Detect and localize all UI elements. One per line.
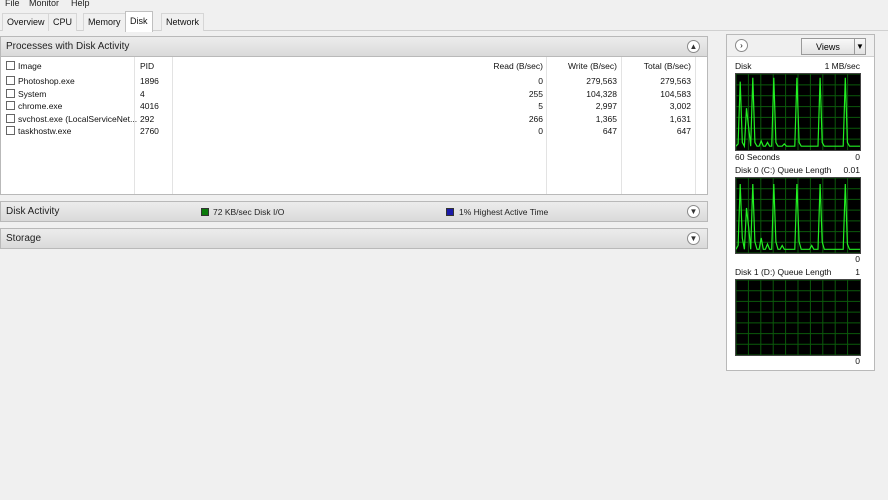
- row-checkbox[interactable]: [6, 88, 15, 98]
- process-total: 3,002: [669, 101, 691, 111]
- process-image[interactable]: svchost.exe (LocalServiceNet...: [18, 113, 137, 125]
- graph-disk1-title: Disk 1 (D:) Queue Length: [735, 267, 832, 277]
- tab-network[interactable]: Network: [161, 13, 205, 31]
- column-divider: [172, 57, 173, 194]
- process-total: 279,563: [660, 76, 691, 86]
- menu-file[interactable]: File: [5, 0, 20, 9]
- scrollbar[interactable]: [878, 34, 888, 500]
- process-image[interactable]: chrome.exe: [18, 100, 62, 112]
- storage-title: Storage: [6, 233, 42, 244]
- dropdown-arrow-icon[interactable]: ▼: [854, 39, 865, 54]
- graph-disk-max: 1 MB/sec: [824, 61, 860, 71]
- expand-down-icon[interactable]: ▼: [687, 232, 700, 245]
- graph-disk0: [735, 177, 861, 254]
- graph-disk1: [735, 279, 861, 356]
- column-header-pid[interactable]: PID: [140, 60, 154, 72]
- process-pid: 292: [140, 113, 155, 124]
- storage-header[interactable]: Storage ▼: [0, 228, 708, 249]
- graph-disk1-min: 0: [855, 356, 860, 366]
- processes-header[interactable]: Processes with Disk Activity ▲: [0, 36, 708, 57]
- tab-disk[interactable]: Disk: [125, 11, 153, 32]
- views-label: Views: [816, 42, 840, 52]
- graph-disk-title: Disk: [735, 61, 752, 71]
- expand-down-icon[interactable]: ▼: [687, 205, 700, 218]
- process-pid: 4: [140, 88, 145, 99]
- tab-memory[interactable]: Memory: [83, 13, 126, 31]
- process-pid: 4016: [140, 101, 159, 111]
- views-button[interactable]: Views ▼: [801, 38, 866, 55]
- graph-disk-time: 60 Seconds: [735, 152, 780, 162]
- graph-disk0-max: 0.01: [843, 165, 860, 175]
- row-checkbox[interactable]: [6, 101, 15, 110]
- select-all-checkbox[interactable]: [6, 61, 15, 70]
- active-time-legend-swatch: [446, 208, 454, 216]
- graph-disk0-min: 0: [855, 254, 860, 264]
- graph-disk0-title: Disk 0 (C:) Queue Length: [735, 165, 832, 175]
- process-total: 104,583: [660, 88, 691, 99]
- tab-cpu[interactable]: CPU: [48, 13, 78, 31]
- menu-monitor[interactable]: Monitor: [29, 0, 59, 9]
- tab-overview[interactable]: Overview: [2, 13, 50, 31]
- active-time-text: 1% Highest Active Time: [459, 207, 549, 217]
- collapse-up-icon[interactable]: ▲: [687, 40, 700, 53]
- column-divider: [134, 57, 135, 194]
- tab-bar: Overview CPU Memory Disk Network: [0, 11, 888, 32]
- processes-title: Processes with Disk Activity: [6, 41, 130, 52]
- graph-disk: [735, 73, 861, 151]
- graph-disk1-max: 1: [855, 267, 860, 277]
- process-image[interactable]: Photoshop.exe: [18, 75, 75, 87]
- process-image[interactable]: taskhostw.exe: [18, 125, 71, 137]
- column-header-total[interactable]: Total (B/sec): [591, 60, 691, 72]
- column-divider: [695, 57, 696, 194]
- graph-pane-toolbar: › Views ▼: [727, 35, 874, 57]
- graph-pane: › Views ▼ Disk 1 MB/sec 60 Seconds 0 Dis…: [726, 34, 875, 371]
- disk-activity-title: Disk Activity: [6, 206, 60, 217]
- menu-bar: File Monitor Help: [0, 0, 888, 10]
- process-pid: 1896: [140, 76, 159, 86]
- processes-table: Image PID Read (B/sec) Write (B/sec) Tot…: [0, 57, 708, 195]
- row-checkbox[interactable]: [6, 113, 15, 123]
- chevron-right-icon[interactable]: ›: [735, 39, 748, 52]
- row-checkbox[interactable]: [6, 126, 15, 135]
- disk-io-legend-swatch: [201, 208, 209, 216]
- process-pid: 2760: [140, 126, 159, 136]
- column-header-image[interactable]: Image: [18, 60, 42, 72]
- process-total: 1,631: [669, 113, 691, 124]
- menu-help[interactable]: Help: [71, 0, 90, 9]
- disk-activity-header[interactable]: Disk Activity 72 KB/sec Disk I/O 1% High…: [0, 201, 708, 222]
- graph-disk-min: 0: [855, 152, 860, 162]
- process-total: 647: [676, 126, 691, 136]
- process-image[interactable]: System: [18, 88, 46, 100]
- row-checkbox[interactable]: [6, 76, 15, 85]
- disk-io-text: 72 KB/sec Disk I/O: [213, 207, 285, 217]
